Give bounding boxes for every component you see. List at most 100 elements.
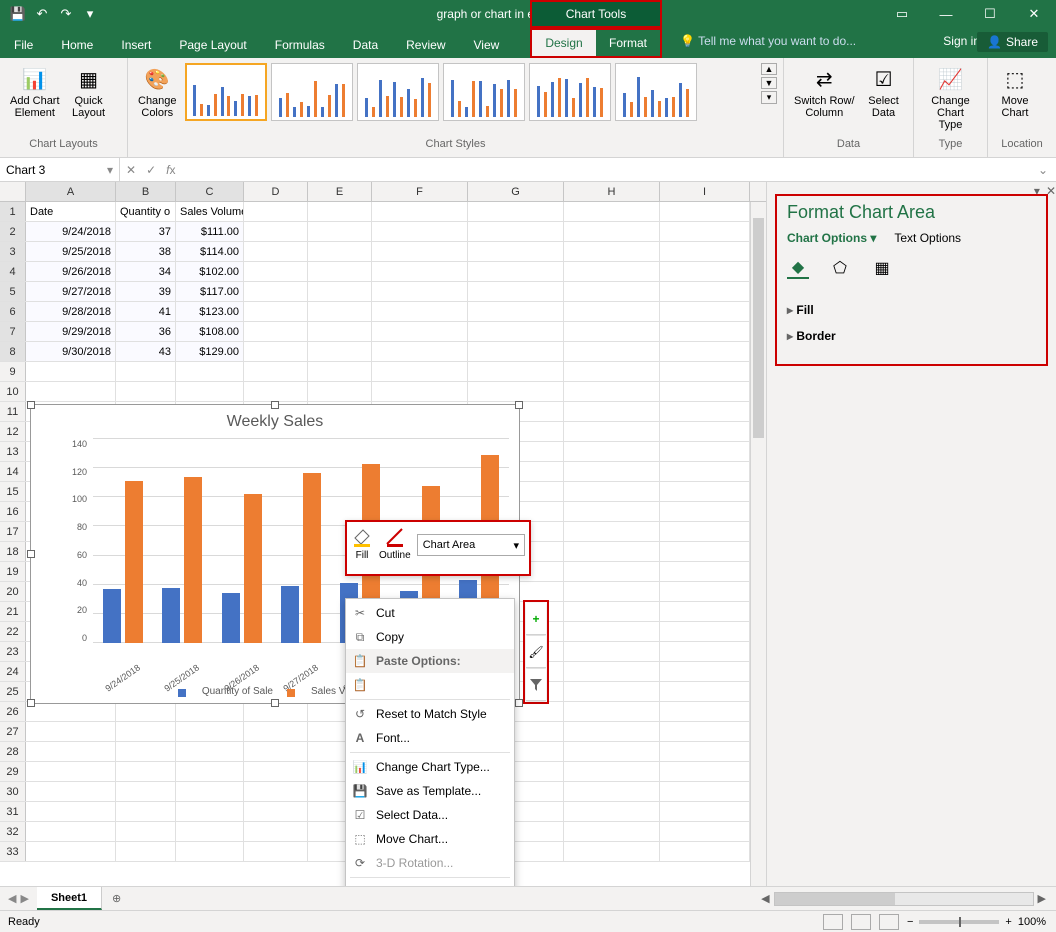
mini-fill-button[interactable]: Fill [351,526,373,570]
column-header[interactable]: I [660,182,750,201]
cell[interactable] [660,362,750,381]
tab-file[interactable]: File [0,32,47,58]
cell[interactable] [176,802,244,821]
cell[interactable] [564,502,660,521]
cell[interactable] [26,782,116,801]
column-header[interactable]: G [468,182,564,201]
style-gallery-more-icon[interactable]: ▾ [761,91,777,104]
cell[interactable]: 39 [116,282,176,301]
cell[interactable] [372,242,468,261]
ctx-reset[interactable]: ↺Reset to Match Style [346,702,514,726]
chart-bar[interactable] [222,593,240,643]
redo-icon[interactable]: ↷ [56,4,76,24]
cell[interactable] [660,802,750,821]
tab-home[interactable]: Home [47,32,107,58]
cell[interactable] [244,342,308,361]
cell[interactable] [564,202,660,221]
add-chart-element-button[interactable]: 📊Add Chart Element [6,63,64,121]
cell[interactable] [372,382,468,401]
cell[interactable] [244,382,308,401]
cell[interactable] [468,262,564,281]
column-header[interactable]: F [372,182,468,201]
cell[interactable] [564,522,660,541]
cell[interactable] [564,302,660,321]
chart-elements-icon[interactable]: + [526,603,546,635]
hscroll-left-icon[interactable]: ◀ [757,892,773,905]
cell[interactable]: $129.00 [176,342,244,361]
cell[interactable] [660,242,750,261]
cell[interactable]: Sales Volume [176,202,244,221]
cell[interactable] [660,722,750,741]
cell[interactable] [660,202,750,221]
cell[interactable]: 43 [116,342,176,361]
cell[interactable] [468,362,564,381]
tab-design[interactable]: Design [532,30,596,56]
cell[interactable]: 9/25/2018 [26,242,116,261]
tab-insert[interactable]: Insert [107,32,165,58]
change-chart-type-button[interactable]: 📈Change Chart Type [920,63,981,133]
pane-effects-icon[interactable]: ⬠ [829,257,851,279]
cell[interactable] [26,382,116,401]
cell[interactable] [468,222,564,241]
cell[interactable] [116,802,176,821]
cell[interactable] [244,242,308,261]
chart-bar[interactable] [303,473,321,643]
cell[interactable] [660,562,750,581]
cell[interactable] [564,482,660,501]
chart-filter-icon[interactable] [526,669,546,701]
cell[interactable] [564,282,660,301]
cell[interactable] [244,202,308,221]
cell[interactable] [116,362,176,381]
cell[interactable] [116,762,176,781]
cell[interactable]: 36 [116,322,176,341]
cell[interactable] [660,662,750,681]
chart-style-thumb[interactable] [271,63,353,121]
cell[interactable] [660,602,750,621]
column-header[interactable]: E [308,182,372,201]
undo-icon[interactable]: ↶ [32,4,52,24]
cell[interactable] [176,362,244,381]
cell[interactable] [244,302,308,321]
ctx-save-template[interactable]: 💾Save as Template... [346,779,514,803]
cell[interactable] [564,342,660,361]
cell[interactable] [26,822,116,841]
cell[interactable] [176,842,244,861]
cell[interactable]: $117.00 [176,282,244,301]
ctx-move-chart[interactable]: ⬚Move Chart... [346,827,514,851]
cell[interactable] [372,262,468,281]
cell[interactable] [308,242,372,261]
cell[interactable] [564,222,660,241]
cell[interactable] [564,682,660,701]
column-header[interactable]: B [116,182,176,201]
cell[interactable] [244,742,308,761]
cell[interactable] [660,262,750,281]
ctx-font[interactable]: AFont... [346,726,514,750]
cell[interactable] [176,722,244,741]
ctx-change-chart-type[interactable]: 📊Change Chart Type... [346,755,514,779]
move-chart-button[interactable]: ⬚Move Chart [994,63,1036,121]
vertical-scrollbar[interactable] [750,202,766,886]
cell[interactable] [468,322,564,341]
cell[interactable] [372,322,468,341]
horizontal-scrollbar[interactable] [774,892,1034,906]
cell[interactable] [372,202,468,221]
cell[interactable]: $102.00 [176,262,244,281]
chart-style-thumb[interactable] [529,63,611,121]
cell[interactable] [660,582,750,601]
cell[interactable]: $123.00 [176,302,244,321]
cell[interactable] [660,542,750,561]
cell[interactable] [564,442,660,461]
cell[interactable]: Date [26,202,116,221]
ribbon-options-icon[interactable]: ▭ [880,0,924,28]
cell[interactable] [564,322,660,341]
cell[interactable] [564,642,660,661]
pane-fill-section[interactable]: Fill [787,297,1036,323]
tab-review[interactable]: Review [392,32,459,58]
cell[interactable] [308,202,372,221]
chart-bar[interactable] [103,589,121,643]
cell[interactable] [660,642,750,661]
cell[interactable]: 9/28/2018 [26,302,116,321]
cell[interactable] [116,842,176,861]
cell[interactable] [660,402,750,421]
formula-expand-icon[interactable]: ⌄ [1038,163,1056,177]
